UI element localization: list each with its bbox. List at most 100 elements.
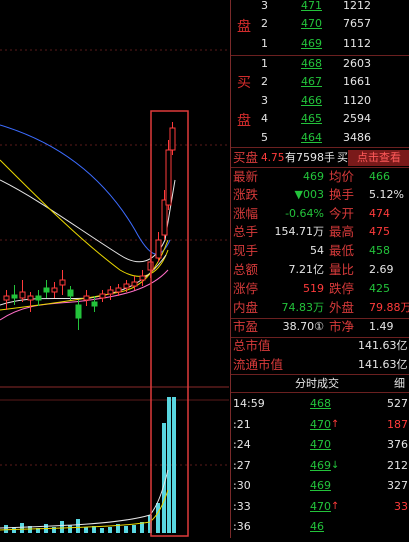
volume-bar: [76, 519, 80, 533]
tick-row[interactable]: :36 46: [231, 518, 409, 536]
quote-label: 今开: [329, 206, 355, 221]
quote-value: 7.21亿: [288, 263, 325, 276]
buy-price: 468: [301, 57, 322, 70]
buy-price: 464: [301, 131, 322, 144]
quote-value: ▼003: [294, 188, 324, 201]
tick-row[interactable]: :24 470 376: [231, 436, 409, 454]
quote-value: 154.71万: [274, 225, 325, 238]
tick-volume: 327: [387, 479, 408, 492]
tick-price: 469: [310, 458, 331, 472]
tick-price: 470: [310, 417, 331, 431]
volume-bar: [132, 525, 136, 533]
tick-price: 46: [310, 520, 324, 533]
tick-row[interactable]: 14:59 468 527: [231, 395, 409, 413]
volume-bar: [100, 528, 104, 533]
alert-suffix: 买: [337, 151, 348, 164]
tick-row[interactable]: :21 470 ↑ 187: [231, 416, 409, 434]
candle: [27, 295, 34, 301]
tick-price: 470: [310, 499, 331, 513]
buy-level: 2: [261, 75, 268, 88]
quote-label: 市净: [329, 319, 355, 334]
sell-price: 470: [301, 17, 322, 30]
sell-price: 471: [301, 0, 322, 12]
buy-volume: 2603: [343, 57, 371, 70]
tick-time: :30: [233, 479, 251, 492]
tick-row[interactable]: :30 469 327: [231, 477, 409, 495]
divider: [231, 318, 409, 319]
candle: [165, 149, 172, 206]
tick-list-header[interactable]: 分时成交 细: [231, 375, 409, 393]
view-detail-link[interactable]: 点击查看: [348, 150, 409, 166]
candle: [123, 283, 130, 289]
volume-ma-line: [0, 469, 169, 529]
quote-label: 涨跌: [233, 187, 259, 202]
quote-value: 74.83万: [281, 301, 325, 314]
volume-bar: [84, 527, 88, 533]
quote-row: 涨跌 ▼003 换手 5.12%: [231, 186, 409, 204]
quote-row: 总额 7.21亿 量比 2.69: [231, 261, 409, 279]
buy-level: 3: [261, 94, 268, 107]
tick-row[interactable]: :27 469 ↓ 212: [231, 457, 409, 475]
quote-value: 79.88万: [369, 301, 409, 314]
kline-chart[interactable]: [0, 0, 229, 538]
buy-level: 4: [261, 112, 268, 125]
buy-price: 465: [301, 112, 322, 125]
candle: [99, 293, 106, 299]
candle: [169, 127, 176, 151]
tick-price: 468: [310, 397, 331, 410]
volume-bar: [108, 527, 112, 533]
buy-row[interactable]: 3 466 1120: [231, 92, 409, 110]
tick-list-title: 分时成交: [295, 377, 339, 390]
candle: [67, 289, 74, 297]
volume-bar: [172, 397, 176, 533]
quote-label: 现手: [233, 243, 259, 258]
sell-row[interactable]: 3 471 1212: [231, 0, 409, 15]
buy-row[interactable]: 1 468 2603: [231, 55, 409, 73]
quote-row: 市盈 38.70① 市净 1.49: [231, 318, 409, 336]
sell-row[interactable]: 1 469 1112: [231, 35, 409, 53]
candles: [3, 122, 176, 330]
quote-label: 涨幅: [233, 206, 259, 221]
float-cap-row: 流通市值 141.63亿: [231, 356, 409, 374]
kline-canvas: [0, 49, 229, 537]
candle: [3, 295, 10, 301]
sell-volume: 7657: [343, 17, 371, 30]
candle: [83, 295, 90, 301]
quote-label: 最新: [233, 169, 259, 184]
volume-bar: [60, 521, 64, 533]
quote-row: 涨停 519 跌停 425: [231, 280, 409, 298]
tick-volume: 212: [387, 458, 408, 472]
candle: [155, 239, 162, 259]
candle: [19, 291, 26, 299]
tick-detail-toggle[interactable]: 细: [394, 375, 405, 392]
buy-volume: 2594: [343, 112, 371, 125]
divider: [231, 147, 409, 148]
alert-volume: 有7598手: [285, 151, 335, 164]
tick-volume: 33: [394, 499, 408, 513]
candle: [43, 287, 50, 293]
quote-value: 474: [369, 207, 390, 220]
sell-row[interactable]: 2 470 7657: [231, 15, 409, 33]
buy-row[interactable]: 2 467 1661: [231, 73, 409, 91]
tick-direction-icon: ↑: [331, 418, 340, 430]
quote-label: 市盈: [233, 319, 259, 334]
candle: [139, 275, 146, 281]
big-order-alert[interactable]: 买盘 4.75 有7598手 买 点击查看: [231, 149, 409, 167]
buy-level: 5: [261, 131, 268, 144]
sell-level: 2: [261, 17, 268, 30]
sell-price: 469: [301, 37, 322, 50]
buy-volume: 3486: [343, 131, 371, 144]
quote-value: 38.70①: [282, 320, 324, 333]
buy-row[interactable]: 4 465 2594: [231, 110, 409, 128]
volume-bar: [124, 526, 128, 533]
divider: [231, 337, 409, 338]
quote-label: 总额: [233, 262, 259, 277]
tick-time: :27: [233, 458, 251, 472]
tick-row[interactable]: :33 470 ↑ 33: [231, 498, 409, 516]
sell-volume: 1212: [343, 0, 371, 12]
tick-time: 14:59: [233, 397, 265, 410]
buy-price: 466: [301, 94, 322, 107]
buy-row[interactable]: 5 464 3486: [231, 129, 409, 147]
quote-label: 换手: [329, 187, 355, 202]
quote-label: 均价: [329, 169, 355, 184]
